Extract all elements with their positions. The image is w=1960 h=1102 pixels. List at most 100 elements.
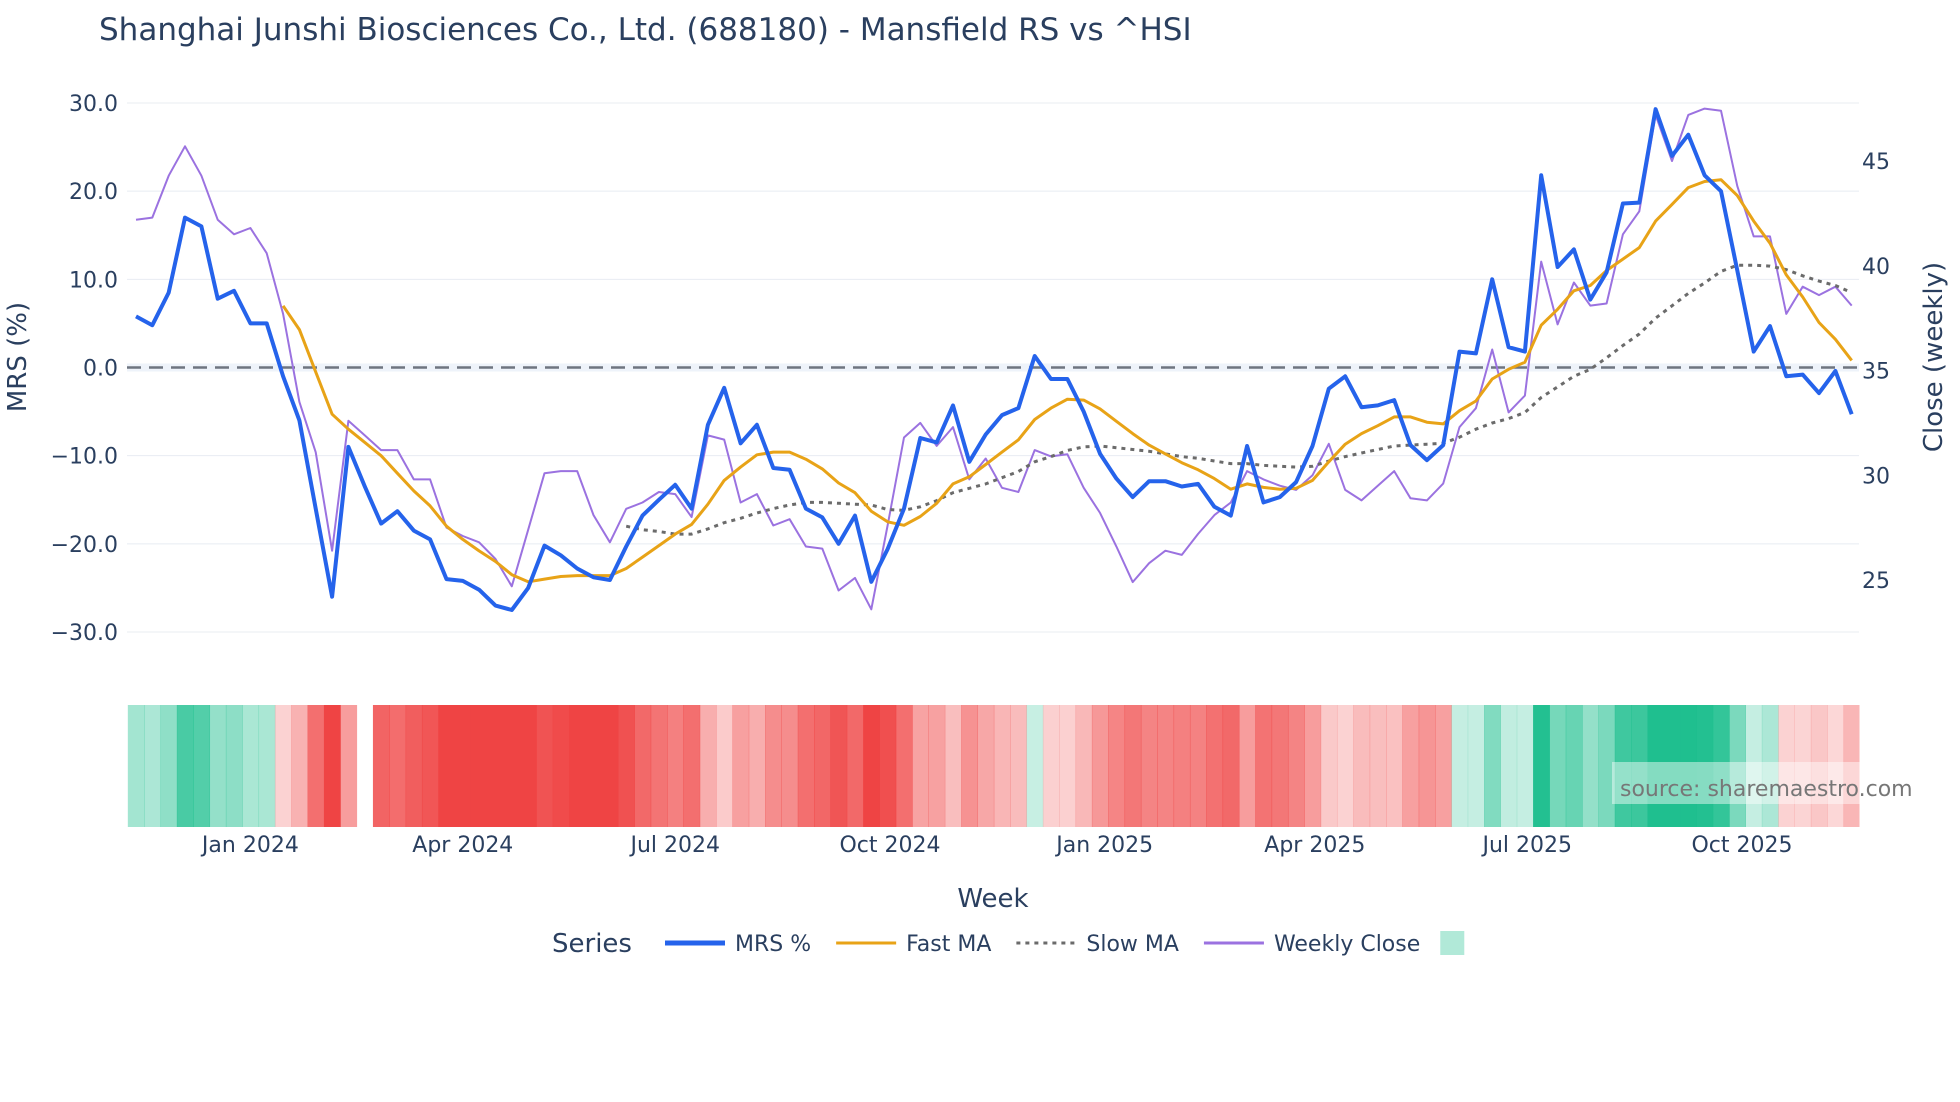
heatmap-cell <box>732 705 750 827</box>
heatmap-cell <box>176 705 194 827</box>
source-annotation: source: sharemaestro.com <box>1620 777 1913 802</box>
heatmap-cell <box>912 705 929 827</box>
grid-lines <box>127 102 1859 633</box>
heatmap-cell <box>323 705 341 827</box>
heatmap-cell <box>667 705 684 827</box>
heatmap-cell <box>160 705 178 827</box>
chart-title: Shanghai Junshi Biosciences Co., Ltd. (6… <box>99 12 1192 48</box>
heatmap-cell <box>225 705 243 827</box>
x-tick-label: Jan 2025 <box>1054 833 1153 858</box>
heatmap-cell <box>846 705 864 827</box>
heatmap-cell <box>519 705 537 827</box>
heatmap-cell <box>340 705 358 827</box>
heatmap-cell <box>144 705 162 827</box>
heatmap-cell <box>503 705 521 827</box>
heatmap-cell <box>1402 705 1420 827</box>
heatmap-cell <box>797 705 815 827</box>
heatmap-cell <box>1124 705 1142 827</box>
legend: Series MRS % Fast MA Slow MA Weekly Close <box>552 929 1465 959</box>
x-tick-label: Jul 2024 <box>628 833 720 858</box>
heatmap-cell <box>1336 705 1354 827</box>
heatmap-cell <box>536 705 554 827</box>
heatmap-cell <box>944 705 962 827</box>
y2-axis-ticks: 45 40 35 30 25 <box>1862 150 1890 594</box>
legend-title: Series <box>552 929 632 959</box>
heatmap-cell <box>438 705 456 827</box>
heatmap-cell <box>765 705 782 827</box>
heatmap-cell <box>683 705 701 827</box>
heatmap-cell <box>307 705 325 827</box>
x-axis-ticks: Jan 2024 Apr 2024 Jul 2024 Oct 2024 Jan 2025… <box>200 833 1793 858</box>
legend-item-label[interactable]: MRS % <box>735 932 811 957</box>
heatmap-cell <box>1435 705 1452 827</box>
heatmap-cell <box>830 705 848 827</box>
heatmap-cell <box>716 705 733 827</box>
heatmap-cell <box>634 705 652 827</box>
x-tick-label: Oct 2025 <box>1691 833 1792 858</box>
heatmap-cell <box>1304 705 1322 827</box>
x-tick-label: Jan 2024 <box>200 833 299 858</box>
heatmap-cell <box>291 705 309 827</box>
heatmap-cell <box>1255 705 1273 827</box>
heatmap-cell <box>879 705 897 827</box>
heatmap-cell <box>863 705 880 827</box>
legend-item-label[interactable]: Slow MA <box>1086 932 1179 957</box>
heatmap-cell <box>748 705 766 827</box>
heatmap-cell <box>1516 705 1534 827</box>
heatmap-cell <box>1500 705 1518 827</box>
mansfield-rs-chart: Shanghai Junshi Biosciences Co., Ltd. (6… <box>3 12 1949 959</box>
y-tick-label: 10.0 <box>69 268 118 293</box>
legend-item-label[interactable]: Fast MA <box>906 932 991 957</box>
heatmap-cell <box>961 705 979 827</box>
heatmap-strip <box>127 705 1860 827</box>
heatmap-cell <box>193 705 211 827</box>
legend-item-label[interactable]: Weekly Close <box>1274 932 1420 957</box>
heatmap-cell <box>470 705 488 827</box>
mrs-line <box>135 107 1854 612</box>
y2-tick-label: 45 <box>1862 150 1890 175</box>
heatmap-cell <box>487 705 505 827</box>
heatmap-cell <box>1206 705 1224 827</box>
y-tick-label: 0.0 <box>83 357 118 382</box>
heatmap-cell <box>552 705 570 827</box>
legend-heatmap-swatch[interactable] <box>1440 931 1465 955</box>
heatmap-cell <box>242 705 260 827</box>
heatmap-cell <box>977 705 995 827</box>
y-tick-label: −10.0 <box>51 445 118 470</box>
heatmap-cell <box>699 705 717 827</box>
weekly-close-line <box>135 107 1853 611</box>
heatmap-cell <box>1222 705 1240 827</box>
heatmap-cell <box>1287 705 1305 827</box>
heatmap-cell <box>1582 705 1599 827</box>
y-tick-label: −20.0 <box>51 533 118 558</box>
heatmap-cell <box>781 705 799 827</box>
heatmap-cell <box>1533 705 1550 827</box>
heatmap-cell <box>601 705 619 827</box>
heatmap-cell <box>1026 705 1044 827</box>
heatmap-cell <box>1091 705 1109 827</box>
heatmap-cell <box>209 705 227 827</box>
heatmap-cell <box>895 705 913 827</box>
x-tick-label: Apr 2025 <box>1264 833 1365 858</box>
heatmap-cell <box>928 705 946 827</box>
heatmap-cell <box>1467 705 1485 827</box>
heatmap-cell <box>127 705 145 827</box>
heatmap-cell <box>258 705 276 827</box>
heatmap-cell <box>569 705 586 827</box>
heatmap-cell <box>1451 705 1469 827</box>
heatmap-cell <box>1108 705 1126 827</box>
heatmap-cell <box>814 705 831 827</box>
y-tick-label: 20.0 <box>69 180 118 205</box>
x-tick-label: Jul 2025 <box>1480 833 1572 858</box>
x-tick-label: Apr 2024 <box>412 833 513 858</box>
heatmap-cell <box>585 705 603 827</box>
heatmap-cell <box>650 705 668 827</box>
heatmap-cell <box>1369 705 1387 827</box>
heatmap-cell <box>1549 705 1567 827</box>
heatmap-cell <box>618 705 635 827</box>
y2-tick-label: 40 <box>1862 255 1890 280</box>
heatmap-cell <box>421 705 439 827</box>
heatmap-cell <box>1386 705 1403 827</box>
heatmap-cell <box>1271 705 1289 827</box>
x-axis-title: Week <box>957 884 1028 914</box>
